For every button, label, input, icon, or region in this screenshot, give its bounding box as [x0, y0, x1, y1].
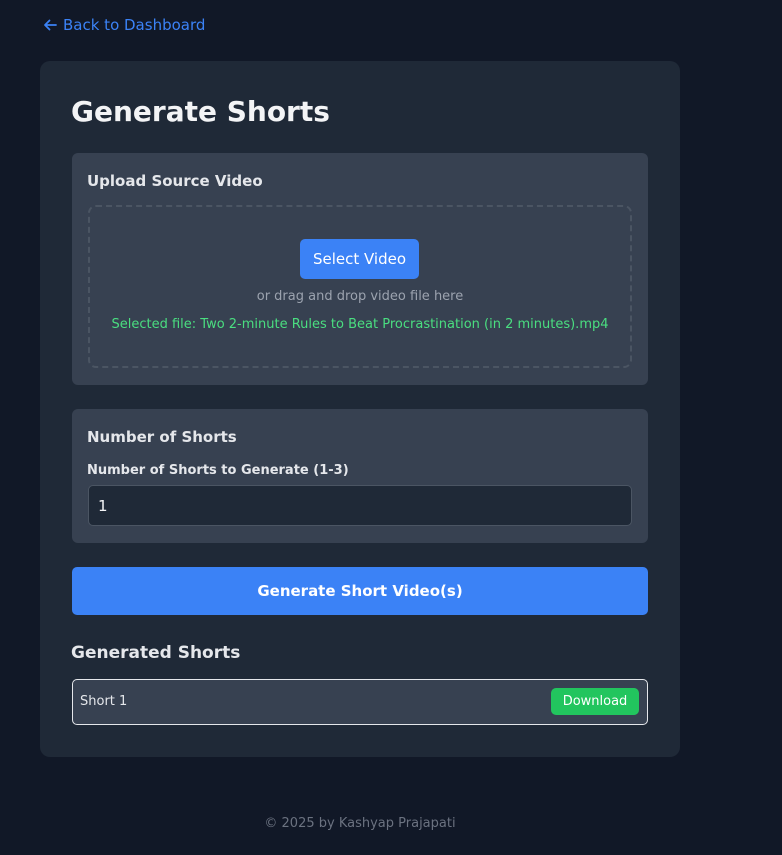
shorts-count-input[interactable]	[88, 485, 632, 526]
back-to-dashboard-link[interactable]: Back to Dashboard	[43, 14, 205, 36]
shorts-count-label: Number of Shorts to Generate (1-3)	[87, 463, 349, 478]
page-title: Generate Shorts	[71, 95, 330, 128]
upload-source-panel: Upload Source Video Select Video or drag…	[72, 153, 648, 385]
selected-file-text: Selected file: Two 2-minute Rules to Bea…	[111, 317, 609, 332]
video-dropzone[interactable]: Select Video or drag and drop video file…	[88, 205, 632, 368]
select-video-button[interactable]: Select Video	[300, 239, 419, 279]
back-link-label: Back to Dashboard	[63, 16, 206, 34]
number-of-shorts-panel: Number of Shorts Number of Shorts to Gen…	[72, 409, 648, 543]
number-of-shorts-heading: Number of Shorts	[87, 428, 237, 446]
generated-short-item: Short 1 Download	[72, 679, 648, 725]
short-name: Short 1	[80, 694, 128, 709]
generate-shorts-button[interactable]: Generate Short Video(s)	[72, 567, 648, 615]
generated-shorts-heading: Generated Shorts	[71, 643, 241, 663]
footer-copyright: © 2025 by Kashyap Prajapati	[264, 816, 456, 831]
arrow-left-icon	[44, 19, 57, 31]
upload-heading: Upload Source Video	[87, 172, 263, 190]
download-button[interactable]: Download	[551, 688, 639, 715]
drop-hint-text: or drag and drop video file here	[256, 289, 464, 304]
generate-shorts-card: Generate Shorts Upload Source Video Sele…	[40, 61, 680, 757]
